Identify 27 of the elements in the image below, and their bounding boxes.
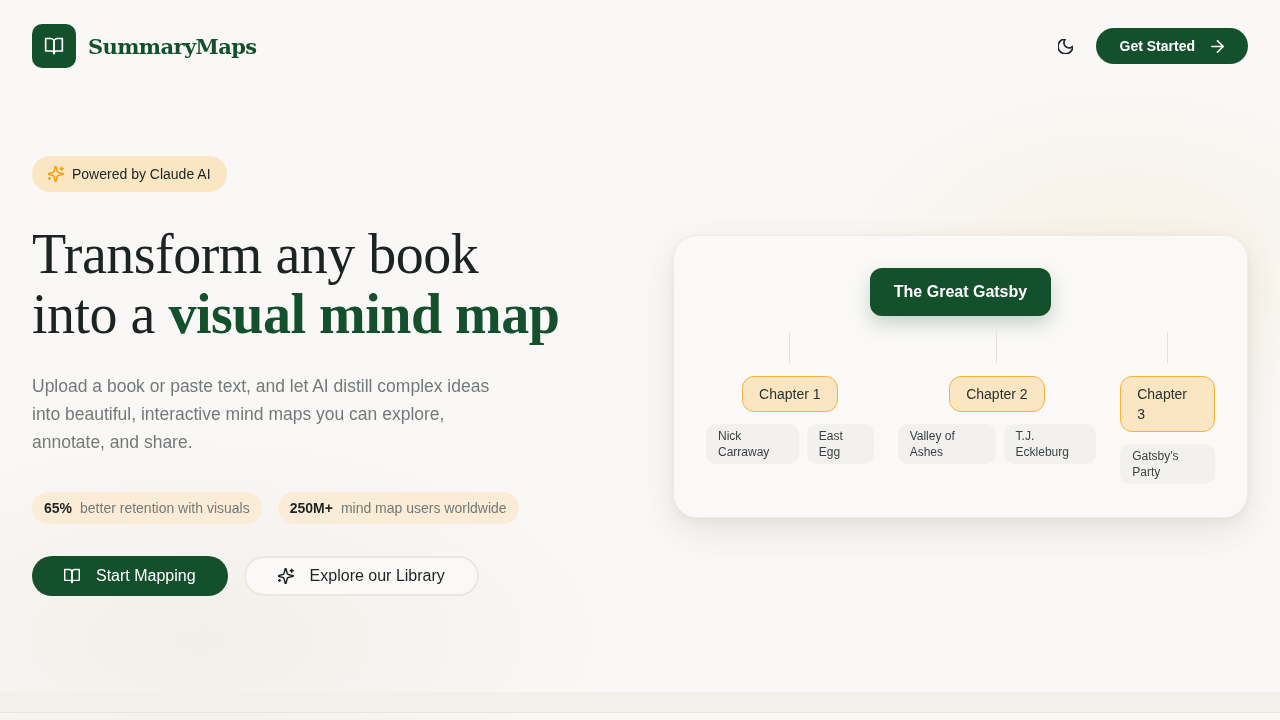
start-mapping-button[interactable]: Start Mapping <box>32 556 228 596</box>
chapter-node: Chapter 1 <box>742 375 838 412</box>
chapter-node: Chapter 3 <box>1120 375 1215 432</box>
stat-label: better retention with visuals <box>80 500 250 516</box>
get-started-button[interactable]: Get Started <box>1095 28 1248 64</box>
topic-node: T.J. Eckleburg <box>1003 423 1097 464</box>
root-node: The Great Gatsby <box>869 267 1052 316</box>
explore-library-button[interactable]: Explore our Library <box>243 556 479 596</box>
book-logo-icon <box>32 24 76 68</box>
hero-headline: Transform any book into a visual mind map <box>32 224 560 344</box>
sparkle-icon <box>48 166 64 182</box>
sparkle-icon <box>277 568 294 584</box>
arrow-right-icon <box>1211 39 1224 53</box>
topic-node: Valley of Ashes <box>897 423 996 464</box>
topic-node: Nick Carraway <box>706 423 799 464</box>
stat-value: 65% <box>44 500 73 516</box>
brand-name: SummaryMaps <box>88 33 257 59</box>
stat-label: mind map users worldwide <box>340 500 507 516</box>
topic-node: Gatsby's Party <box>1120 443 1215 484</box>
book-icon <box>64 568 80 584</box>
hero-description: Upload a book or paste text, and let AI distill complex ideas into beautiful, interactive mind maps you can explore, annotate, and share. <box>32 375 491 454</box>
chapter-node: Chapter 2 <box>949 375 1045 412</box>
moon-icon <box>1058 38 1074 54</box>
stat-value: 250M+ <box>289 500 333 516</box>
badge-label: Powered by Claude AI <box>72 166 211 182</box>
topic-node: East Egg <box>806 423 874 464</box>
theme-toggle-button[interactable] <box>1057 38 1074 54</box>
